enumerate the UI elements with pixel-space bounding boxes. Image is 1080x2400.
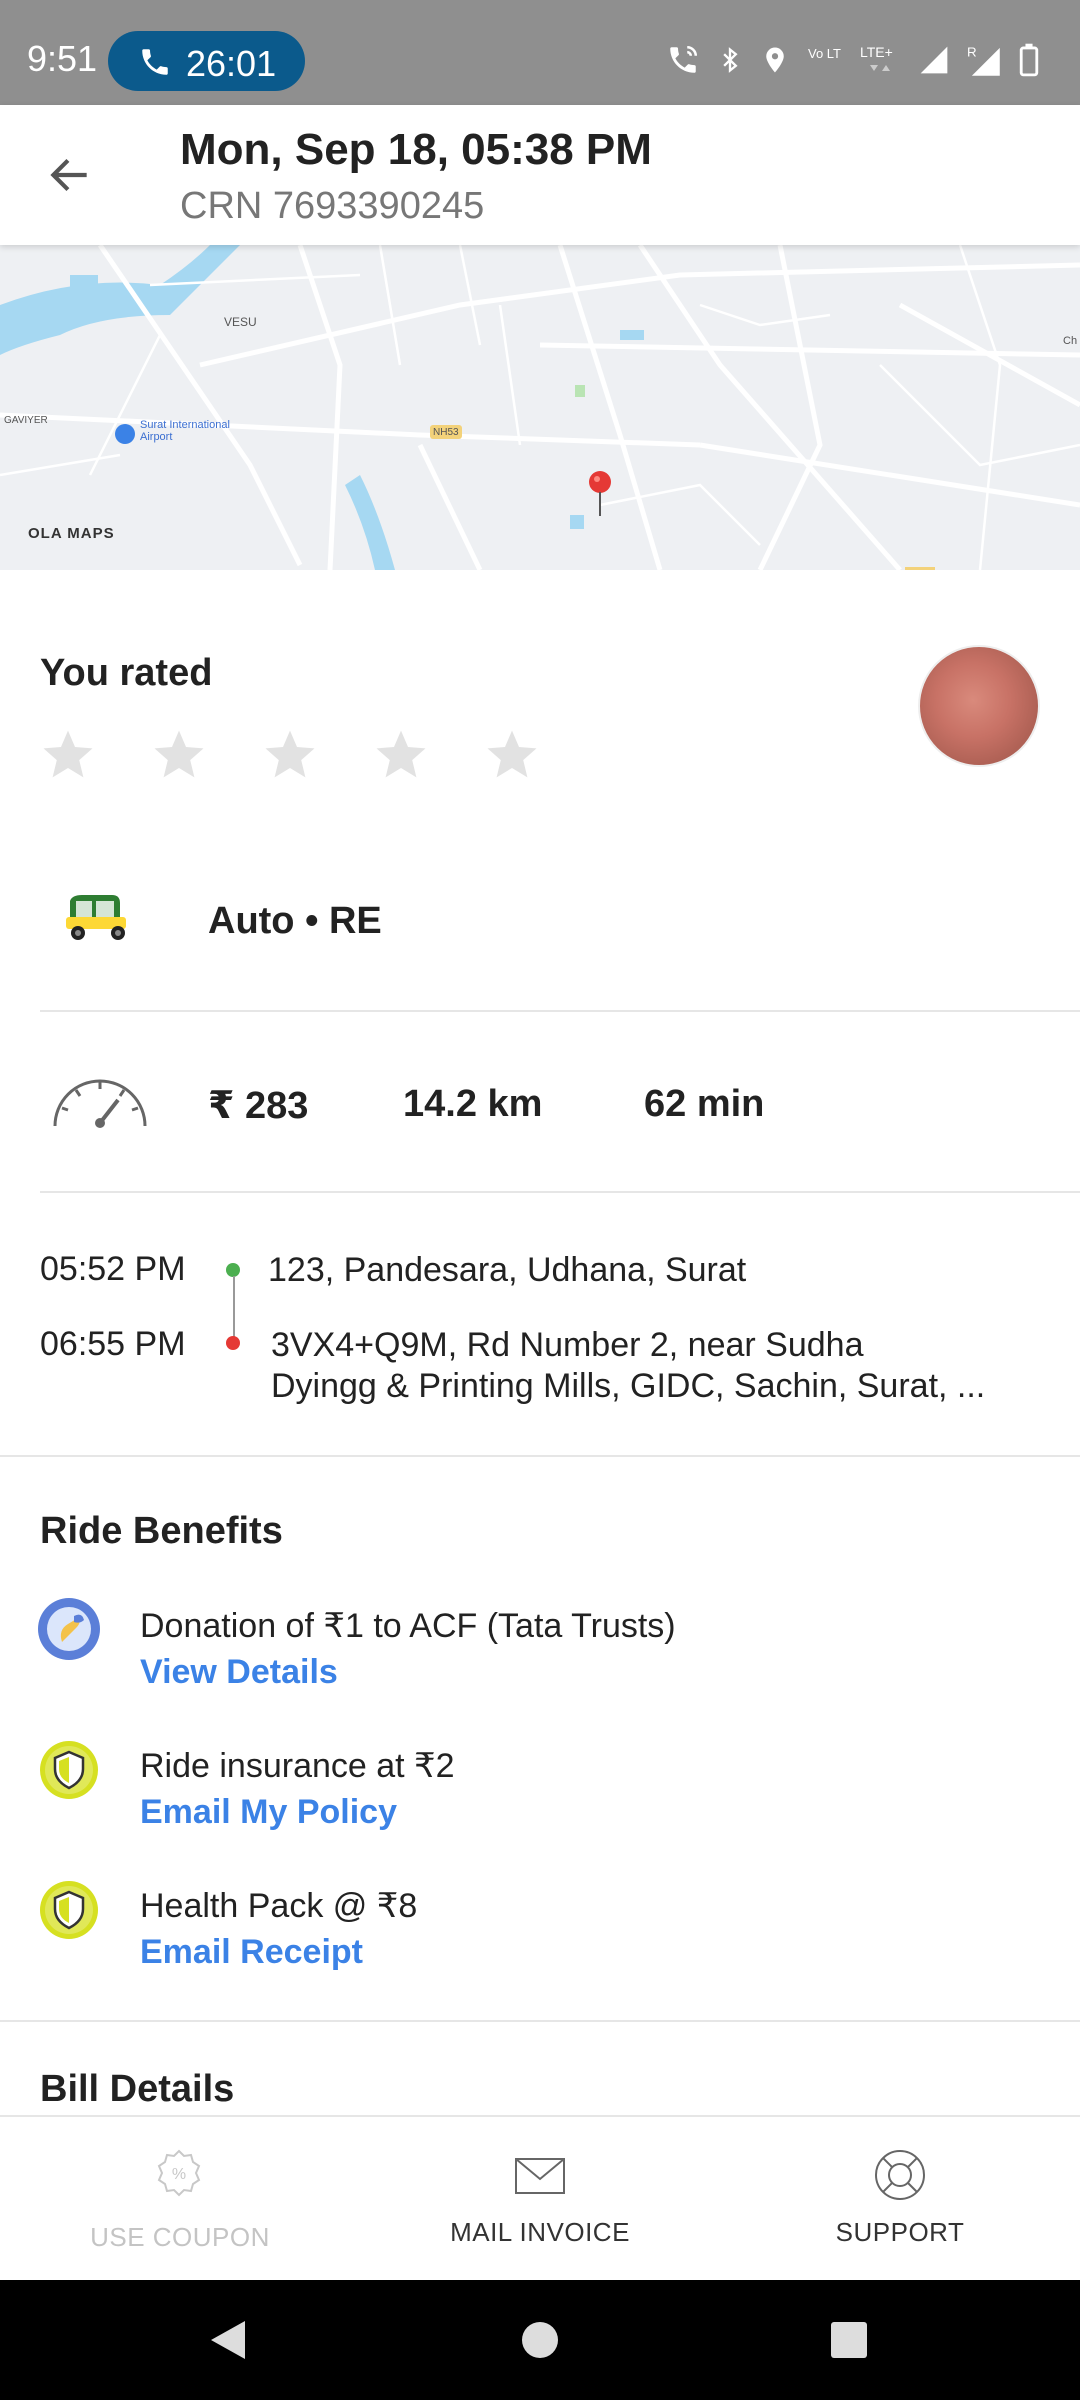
volte-text: Vo LTE (808, 46, 842, 61)
shield-icon (38, 1739, 100, 1801)
star-icon[interactable] (151, 726, 207, 782)
status-time: 9:51 (27, 38, 98, 79)
star-icon[interactable] (484, 726, 540, 782)
volte-icon: Vo LTE (808, 46, 842, 61)
signal-icon (920, 46, 948, 74)
ride-insurance-text: Ride insurance at ₹2 (140, 1747, 455, 1785)
signal-roaming-icon: R (967, 44, 1000, 76)
divider (0, 2020, 1080, 2022)
drop-address-line-2: Dyingg & Printing Mills, GIDC, Sachin, S… (271, 1367, 986, 1405)
drop-time: 06:55 PM (40, 1325, 186, 1363)
crn-number: CRN 7693390245 (180, 185, 485, 227)
view-details-link[interactable]: View Details (140, 1653, 338, 1692)
battery-icon (1019, 43, 1039, 77)
divider (0, 1455, 1080, 1457)
mail-invoice-label: MAIL INVOICE (450, 2217, 630, 2247)
status-bar: 9:51 26:01 Vo LTE LTE+ R (0, 0, 1080, 105)
call-duration: 26:01 (186, 43, 277, 84)
map-label-vesu: VESU (224, 315, 257, 329)
shield-icon (38, 1879, 100, 1941)
mail-icon (515, 2158, 565, 2194)
location-pin-icon (589, 471, 611, 516)
ongoing-call-chip[interactable]: 26:01 (108, 31, 305, 91)
ride-header: Mon, Sep 18, 05:38 PM CRN 7693390245 (0, 105, 1080, 245)
bill-details-title: Bill Details (40, 2068, 235, 2110)
auto-rickshaw-icon (66, 895, 126, 940)
ride-date-title: Mon, Sep 18, 05:38 PM (180, 125, 652, 174)
system-nav-bar (0, 2280, 1080, 2400)
status-icons: Vo LTE LTE+ R (666, 40, 1040, 80)
driver-avatar (918, 645, 1040, 767)
support-label: SUPPORT (835, 2217, 965, 2247)
phone-icon (142, 49, 168, 75)
map-label-ch: Ch (1063, 335, 1078, 347)
map-label-highway: NH53 (433, 427, 459, 438)
use-coupon-button[interactable]: % USE COUPON (0, 2117, 360, 2282)
donation-text: Donation of ₹1 to ACF (Tata Trusts) (140, 1607, 676, 1645)
ola-maps-logo: OLA MAPS (28, 525, 115, 542)
nav-back-icon[interactable] (205, 2317, 251, 2363)
divider (40, 1010, 1080, 1012)
route-line (233, 1276, 235, 1340)
you-rated-label: You rated (40, 652, 213, 694)
mail-invoice-button[interactable]: MAIL INVOICE (360, 2117, 720, 2282)
coupon-icon: % (157, 2149, 201, 2197)
health-pack-text: Health Pack @ ₹8 (140, 1887, 418, 1925)
ride-benefits-title: Ride Benefits (40, 1510, 283, 1552)
pickup-dot (226, 1263, 240, 1277)
wifi-calling-icon (670, 45, 698, 73)
nav-recents-icon[interactable] (826, 2317, 872, 2363)
pickup-time: 05:52 PM (40, 1250, 186, 1288)
trip-duration: 62 min (644, 1083, 765, 1125)
email-my-policy-link[interactable]: Email My Policy (140, 1793, 397, 1832)
roaming-text: R (967, 44, 977, 59)
pickup-address: 123, Pandesara, Udhana, Surat (268, 1251, 747, 1289)
bottom-action-bar: % USE COUPON MAIL INVOICE SUPPORT (0, 2115, 1080, 2280)
star-rating[interactable] (40, 726, 540, 782)
lte-text: LTE+ (860, 44, 893, 60)
lte-plus-icon: LTE+ (860, 44, 893, 71)
lifebuoy-icon (875, 2150, 925, 2200)
map-label-gaviyer: GAVIYER (4, 415, 48, 426)
map-label-airport: Surat International Airport (140, 419, 230, 443)
speedometer-icon (53, 1079, 147, 1128)
email-receipt-link[interactable]: Email Receipt (140, 1933, 363, 1972)
bluetooth-icon (723, 47, 738, 73)
divider (40, 1191, 1080, 1193)
drop-dot (226, 1336, 240, 1350)
location-icon (766, 47, 784, 73)
use-coupon-label: USE COUPON (90, 2222, 270, 2252)
fare-amount: ₹ 283 (208, 1085, 309, 1127)
map-roads (0, 245, 1080, 570)
vehicle-type: Auto • RE (208, 900, 382, 942)
trip-distance: 14.2 km (403, 1083, 543, 1125)
nav-home-icon[interactable] (517, 2317, 563, 2363)
drop-address-line-1: 3VX4+Q9M, Rd Number 2, near Sudha (271, 1326, 864, 1364)
svg-text:%: % (172, 2166, 186, 2183)
support-button[interactable]: SUPPORT (720, 2117, 1080, 2282)
back-arrow-icon[interactable] (45, 150, 95, 200)
star-icon[interactable] (373, 726, 429, 782)
donation-icon (38, 1598, 100, 1660)
star-icon[interactable] (40, 726, 96, 782)
route-map[interactable]: VESU GAVIYER Surat International Airport… (0, 245, 1080, 570)
star-icon[interactable] (262, 726, 318, 782)
